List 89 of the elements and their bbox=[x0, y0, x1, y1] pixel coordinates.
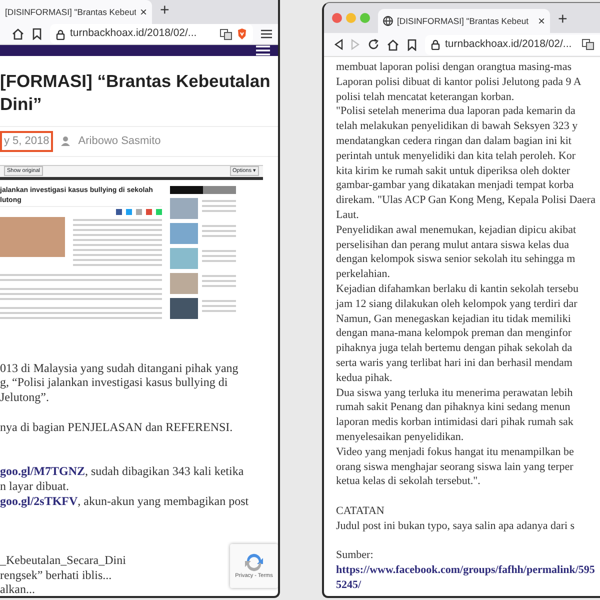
body-text-line: mendatangkan cedera ringan dan dalam bagian ini kit bbox=[336, 134, 572, 149]
body-text-line: Kejadian difahamkan berlaku di kantin sekolah tersebu bbox=[336, 282, 579, 297]
body-text-line: "Polisi setelah menerima dua laporan pada kemarin da bbox=[336, 104, 576, 120]
body-text-line: _Kebeutalan_Secara_Dini bbox=[0, 552, 126, 568]
address-bar[interactable]: turnbackhoax.id/2018/02/... bbox=[425, 34, 600, 54]
menu-icon[interactable] bbox=[261, 29, 272, 39]
tab-title: [DISINFORMASI] "Brantas Kebeut bbox=[397, 14, 530, 28]
body-text-line: pihaknya juga telah bertemu dengan pihak sekolah da bbox=[336, 341, 572, 356]
body-text-line: alkan... bbox=[0, 582, 35, 596]
photo-placeholder bbox=[0, 216, 65, 256]
article-date: y 5, 2018 bbox=[0, 131, 54, 152]
body-text-line: 013 di Malaysia yang sudah ditangani pihak yang bbox=[0, 360, 238, 376]
browser-tab[interactable]: [DISINFORMASI] "Brantas Kebeut × bbox=[378, 9, 550, 33]
body-text: , akun-akun yang membagikan post bbox=[78, 494, 249, 508]
body-text-line: Video yang menjadi fokus hangat itu menampilkan be bbox=[336, 444, 574, 460]
body-text-line: laporan medis korban intimidasi dari pihak rumah sak bbox=[336, 415, 574, 430]
body-text-line: perselisihan dan perang mulut antara siswa kelas dua bbox=[336, 238, 570, 252]
author-name[interactable]: Aribowo Sasmito bbox=[78, 133, 161, 150]
reload-icon[interactable] bbox=[368, 39, 379, 50]
bookmark-icon[interactable] bbox=[32, 28, 42, 40]
body-text-line: perkelahian. bbox=[336, 267, 390, 282]
close-window-button[interactable] bbox=[332, 13, 342, 23]
body-text-line: kedua pihak. bbox=[336, 370, 392, 386]
body-text-line: direkam. "Ulas ACP Gan Kong Meng, Kepala Polisi Daera bbox=[336, 193, 596, 208]
translate-icon[interactable] bbox=[220, 28, 232, 40]
bookmark-icon[interactable] bbox=[407, 38, 417, 50]
body-text-line: Jelutong”. bbox=[0, 390, 49, 405]
home-icon[interactable] bbox=[387, 38, 399, 50]
body-text-line: kita kirim ke rumah sakit untuk diperiksa oleh dokter bbox=[336, 164, 570, 178]
body-text-line: Penyelidikan awal menemukan, kejadian dipicu akibat bbox=[336, 222, 576, 238]
thumbnail-placeholder bbox=[170, 298, 198, 318]
body-text: , sudah dibagikan 343 kali ketika bbox=[85, 464, 244, 478]
close-tab-button[interactable]: × bbox=[140, 3, 147, 21]
thumbnail-placeholder bbox=[170, 198, 198, 218]
url-text: turnbackhoax.id/2018/02/... bbox=[445, 36, 573, 52]
close-tab-button[interactable]: × bbox=[538, 12, 545, 30]
body-text-line: Namun, Gan menegaskan kejadian itu tidak memiliki bbox=[336, 312, 571, 326]
recaptcha-logo-icon bbox=[243, 552, 265, 572]
body-text-line: Sumber: bbox=[336, 548, 374, 564]
body-text-line: Laut. bbox=[336, 208, 359, 223]
globe-icon bbox=[383, 16, 393, 26]
lock-icon bbox=[56, 28, 65, 40]
body-text-line: orang siswa menghajar seorang siswa lain yang terper bbox=[336, 460, 574, 474]
body-text-line: membuat laporan polisi dengan orangtua masing-mas bbox=[336, 60, 572, 75]
new-tab-button[interactable]: + bbox=[550, 9, 576, 33]
address-bar[interactable]: turnbackhoax.id/2018/02/... bbox=[50, 24, 253, 44]
body-text-line: nya di bagian PENJELASAN dan REFERENSI. bbox=[0, 420, 233, 434]
home-icon[interactable] bbox=[12, 28, 24, 40]
back-icon[interactable] bbox=[334, 39, 343, 50]
person-icon bbox=[61, 136, 70, 146]
link[interactable]: https://www.facebook.com/groups/fafhh/permalink/595 bbox=[336, 563, 595, 578]
caption-text-drawing bbox=[202, 200, 236, 212]
caption-text-drawing bbox=[202, 274, 236, 286]
body-text-line: polisi telah mencatat keterangan korban. bbox=[336, 90, 514, 104]
body-text-line: n layar dibuat. bbox=[0, 478, 69, 494]
body-text-line: Judul post ini bukan typo, saya salin apa adanya dari s bbox=[336, 518, 575, 534]
thumbnail-placeholder bbox=[170, 248, 198, 268]
body-text-line: g, “Polisi jalankan investigasi kasus bullying di bbox=[0, 375, 228, 390]
body-text-line: ketua kelas di sekolah tersebut.". bbox=[336, 474, 480, 490]
caption-text-drawing bbox=[202, 224, 236, 236]
caption-text-drawing bbox=[202, 300, 236, 312]
thumbnail-placeholder bbox=[170, 222, 198, 244]
body-text-line: Laporan polisi dibuat di kantor polisi Jelutong pada 9 A bbox=[336, 74, 582, 90]
body-text-line: dengan kelompok siswa senior sekolah itu sehingga m bbox=[336, 252, 576, 268]
link[interactable]: goo.gl/M7TGNZ bbox=[0, 464, 86, 478]
body-text-line: Dua siswa yang terluka itu menerima perawatan lebih bbox=[336, 386, 573, 400]
translate-icon[interactable] bbox=[582, 39, 594, 50]
body-text-line: serta waris yang terlibat hari ini dan berhasil mendam bbox=[336, 356, 572, 371]
new-tab-button[interactable]: + bbox=[152, 0, 178, 24]
body-text-line: menyelesaikan penyelidikan. bbox=[336, 430, 464, 445]
shield-icon[interactable] bbox=[237, 28, 247, 40]
body-text-line: telah melakukan penyelidikan di bawah Seksyen 323 y bbox=[336, 119, 578, 134]
article-title-line: Dini” bbox=[0, 93, 43, 116]
sidebar-tab[interactable] bbox=[170, 186, 203, 194]
link[interactable]: goo.gl/2sTKFV bbox=[0, 494, 78, 508]
body-text-line: rumah sakit Penang dan pihaknya kini sedang menun bbox=[336, 400, 570, 416]
hamburger-menu-icon[interactable] bbox=[256, 45, 270, 56]
thumbnail-placeholder bbox=[170, 272, 198, 294]
body-text-line: gambar-gambar yang dikatakan menjadi tempat korba bbox=[336, 178, 574, 194]
body-text-line: perintah untuk menyelidiki dan kita telah peroleh. Kor bbox=[336, 148, 576, 164]
url-text: turnbackhoax.id/2018/02/... bbox=[70, 26, 198, 42]
body-text-line: jam 12 siang dilakukan oleh kelompok yang terdiri dar bbox=[336, 296, 578, 312]
body-text-line: dengan mana-mana kelompok preman dan menginfor bbox=[336, 326, 572, 342]
body-text-line: rengsek” berhati iblis... bbox=[0, 568, 112, 582]
caption-text-drawing bbox=[202, 250, 236, 262]
lock-icon bbox=[431, 39, 440, 50]
article-title-line: [FORMASI] “Brantas Kebeutalan bbox=[0, 70, 272, 93]
link[interactable]: 5245/ bbox=[336, 578, 362, 593]
body-text-line: CATATAN bbox=[336, 504, 384, 519]
